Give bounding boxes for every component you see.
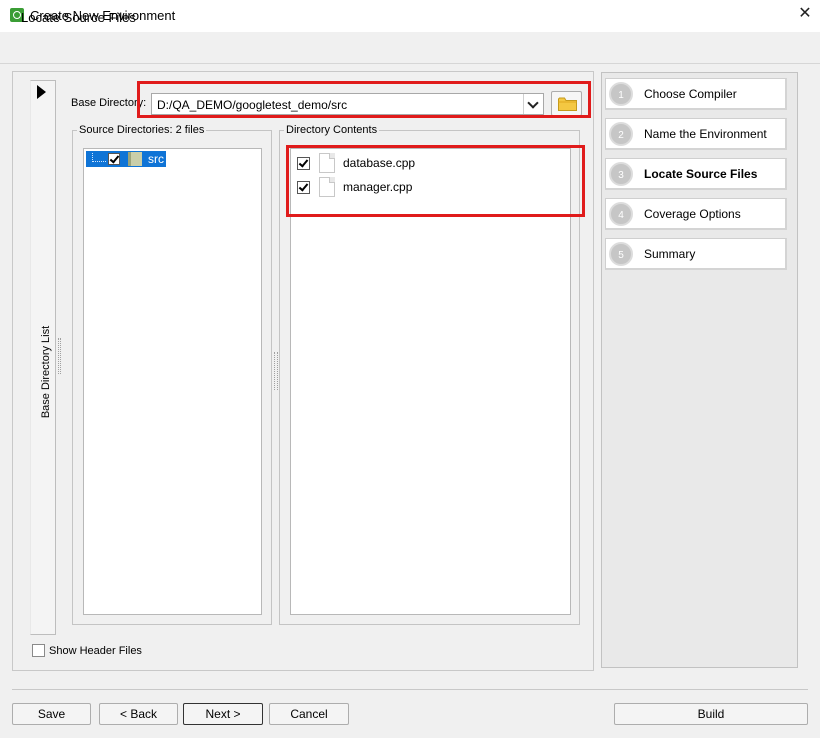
base-directory-list-label: Base Directory List: [40, 325, 52, 419]
bottom-separator: [12, 689, 808, 690]
page-title: Locate Source Files: [21, 10, 136, 25]
step-number: 3: [609, 162, 633, 186]
check-icon: [109, 153, 120, 164]
splitter-handle[interactable]: [274, 352, 278, 390]
tree-item-label: src: [148, 152, 164, 166]
step-label: Name the Environment: [644, 127, 767, 141]
panel-resize-handle[interactable]: [58, 338, 61, 374]
tree-item-src[interactable]: src: [86, 151, 166, 167]
step-locate-source-files[interactable]: 3 Locate Source Files: [605, 158, 787, 190]
step-label: Locate Source Files: [644, 167, 758, 181]
next-button[interactable]: Next >: [183, 703, 263, 725]
folder-icon: [128, 152, 142, 166]
back-button[interactable]: < Back: [99, 703, 178, 725]
step-choose-compiler[interactable]: 1 Choose Compiler: [605, 78, 787, 110]
step-label: Summary: [644, 247, 696, 261]
page-header: [0, 32, 820, 64]
step-number: 4: [609, 202, 633, 226]
step-summary[interactable]: 5 Summary: [605, 238, 787, 270]
directory-contents-title: Directory Contents: [284, 124, 380, 136]
step-number: 5: [609, 242, 633, 266]
step-coverage-options[interactable]: 4 Coverage Options: [605, 198, 787, 230]
triangle-right-icon[interactable]: [37, 85, 46, 99]
base-directory-label: Base Directory:: [71, 97, 147, 109]
directory-contents-list[interactable]: database.cpp manager.cpp: [290, 148, 571, 615]
source-directories-tree[interactable]: src: [83, 148, 262, 615]
step-label: Coverage Options: [644, 207, 741, 221]
source-directories-title: Source Directories: 2 files: [77, 124, 207, 136]
step-number: 2: [609, 122, 633, 146]
highlight-base-directory: [137, 81, 591, 118]
highlight-file-list: [286, 145, 585, 217]
save-button[interactable]: Save: [12, 703, 91, 725]
tree-connector: [92, 153, 106, 162]
show-header-files-label: Show Header Files: [49, 645, 142, 657]
cancel-button[interactable]: Cancel: [269, 703, 349, 725]
build-button[interactable]: Build: [614, 703, 808, 725]
step-name-environment[interactable]: 2 Name the Environment: [605, 118, 787, 150]
step-number: 1: [609, 82, 633, 106]
step-label: Choose Compiler: [644, 87, 737, 101]
tree-item-checkbox[interactable]: [108, 153, 120, 165]
show-header-files-checkbox[interactable]: [32, 644, 45, 657]
close-icon[interactable]: ✕: [796, 5, 814, 23]
